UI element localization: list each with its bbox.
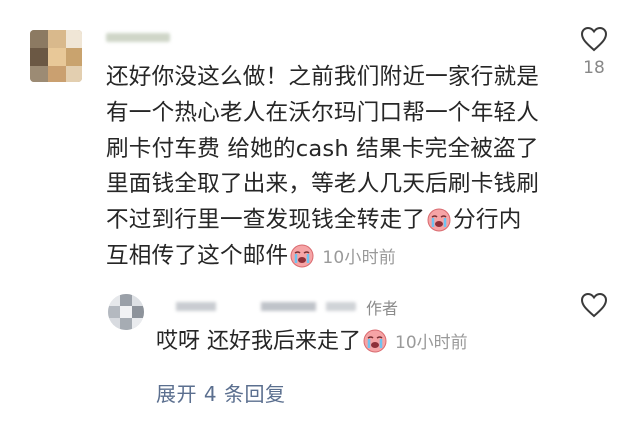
- comment-line: 还好你没这么做！之前我们附近一家行就是: [106, 64, 540, 90]
- reply-time: 10小时前: [395, 333, 468, 353]
- reply-content: 哎呀 还好我后来走了: [156, 329, 361, 354]
- reply-username-blurred[interactable]: [156, 302, 356, 311]
- heart-outline-icon: [580, 292, 608, 318]
- crying-face-emoji-icon: [362, 327, 388, 353]
- comment-line: 分行内: [453, 207, 522, 234]
- like-count: 18: [583, 58, 605, 78]
- crying-face-emoji-icon: [289, 242, 315, 268]
- crying-face-emoji-icon: [426, 206, 452, 232]
- author-tag: 作者: [366, 299, 399, 318]
- comment-line: 不过到行里一查发现钱全转走了: [106, 207, 426, 234]
- comment-time: 10小时前: [322, 247, 396, 268]
- comment-text: 还好你没这么做！之前我们附近一家行就是 有一个热心老人在沃尔玛门口帮一个年轻人 …: [106, 60, 576, 277]
- heart-outline-icon: [580, 26, 608, 52]
- avatar[interactable]: [30, 30, 82, 82]
- comment-line: 有一个热心老人在沃尔玛门口帮一个年轻人: [106, 99, 540, 126]
- reply-text: 哎呀 还好我后来走了 10小时前: [156, 324, 468, 361]
- username-blurred[interactable]: [106, 33, 170, 42]
- expand-replies-link[interactable]: 展开 4 条回复: [156, 378, 285, 407]
- reply-like-button[interactable]: [580, 292, 608, 318]
- comment-line: 里面钱全取了出来，等老人几天后刷卡钱刷: [106, 171, 540, 198]
- like-button[interactable]: 18: [580, 26, 608, 78]
- comment-line: 刷卡付车费 给她的cash 结果卡完全被盗了: [106, 135, 539, 162]
- reply-avatar[interactable]: [108, 294, 144, 330]
- comment-line: 互相传了这个邮件: [106, 242, 289, 269]
